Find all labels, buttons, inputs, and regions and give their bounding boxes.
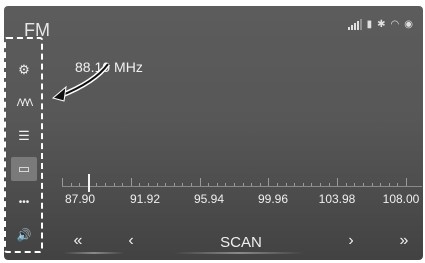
annotation-arrow	[51, 62, 111, 102]
